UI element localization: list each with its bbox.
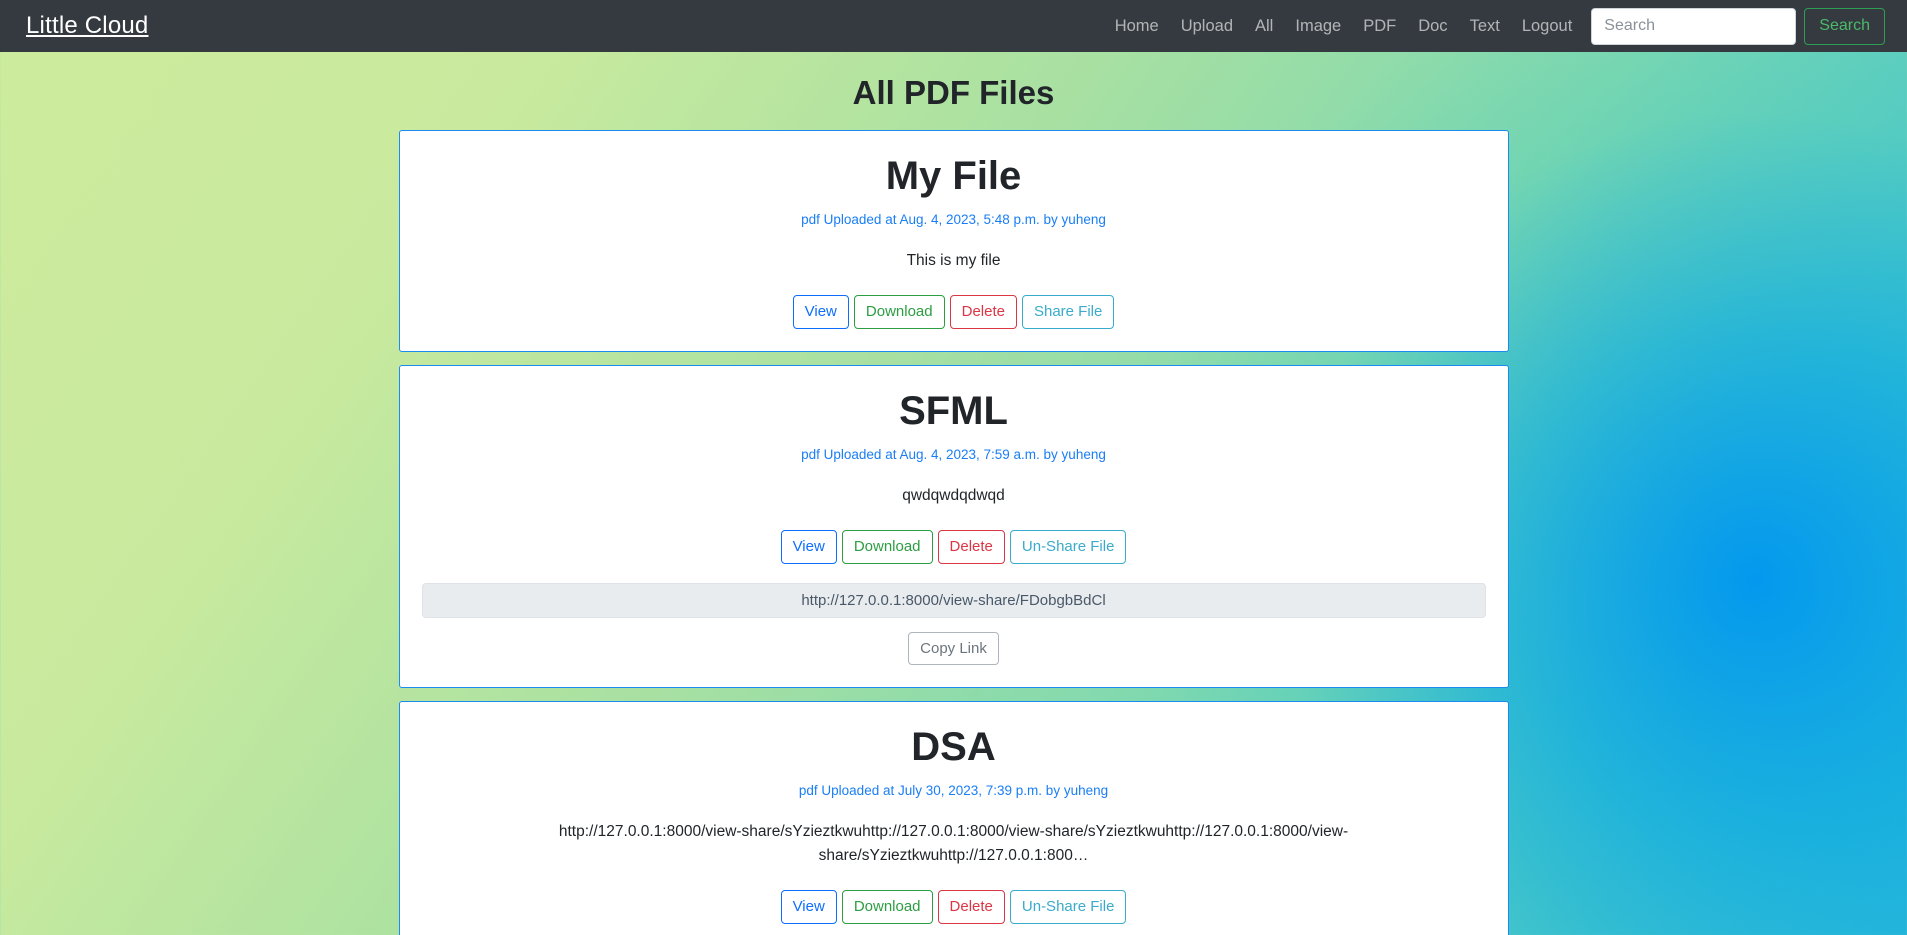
file-actions: View Download Delete Un-Share File xyxy=(422,529,1486,564)
delete-button[interactable]: Delete xyxy=(937,890,1005,925)
share-link-field[interactable]: http://127.0.0.1:8000/view-share/FDobgbB… xyxy=(421,582,1486,618)
download-button[interactable]: Download xyxy=(841,529,933,564)
nav-link-image[interactable]: Image xyxy=(1284,9,1352,44)
file-actions: View Download Delete Un-Share File xyxy=(422,890,1486,925)
file-meta[interactable]: pdf Uploaded at Aug. 4, 2023, 5:48 p.m. … xyxy=(422,212,1486,227)
nav-link-pdf[interactable]: PDF xyxy=(1352,9,1407,44)
download-button[interactable]: Download xyxy=(841,890,933,925)
file-card: My File pdf Uploaded at Aug. 4, 2023, 5:… xyxy=(398,130,1509,352)
file-card: SFML pdf Uploaded at Aug. 4, 2023, 7:59 … xyxy=(398,364,1509,689)
nav-link-upload[interactable]: Upload xyxy=(1170,9,1244,44)
search-button[interactable]: Search xyxy=(1804,7,1885,45)
navbar-right: Home Upload All Image PDF Doc Text Logou… xyxy=(1104,7,1885,45)
unshare-file-button[interactable]: Un-Share File xyxy=(1009,890,1127,925)
view-button[interactable]: View xyxy=(780,529,837,564)
nav-link-text[interactable]: Text xyxy=(1459,9,1511,44)
navbar: Little Cloud Home Upload All Image PDF D… xyxy=(0,0,1907,52)
file-title: DSA xyxy=(911,725,996,770)
file-description: qwdqwdqdwqd xyxy=(902,486,1005,504)
search-form: Search xyxy=(1591,7,1885,45)
nav-link-logout[interactable]: Logout xyxy=(1511,9,1583,44)
copy-link-row: Copy Link xyxy=(422,631,1486,666)
delete-button[interactable]: Delete xyxy=(937,529,1005,564)
page-title: All PDF Files xyxy=(852,74,1055,111)
delete-button[interactable]: Delete xyxy=(949,295,1017,329)
share-file-button[interactable]: Share File xyxy=(1021,295,1115,329)
file-description: http://127.0.0.1:8000/view-share/sYziezt… xyxy=(558,823,1349,865)
nav-link-all[interactable]: All xyxy=(1244,9,1284,44)
file-title: SFML xyxy=(899,388,1008,433)
brand-logo[interactable]: Little Cloud xyxy=(26,12,148,40)
file-card: DSA pdf Uploaded at July 30, 2023, 7:39 … xyxy=(398,701,1509,935)
view-button[interactable]: View xyxy=(792,295,849,329)
view-button[interactable]: View xyxy=(780,890,837,925)
file-actions: View Download Delete Share File xyxy=(422,295,1486,329)
file-meta[interactable]: pdf Uploaded at Aug. 4, 2023, 7:59 a.m. … xyxy=(422,447,1486,462)
file-description: This is my file xyxy=(906,252,1001,269)
search-input[interactable] xyxy=(1591,7,1797,45)
nav-link-doc[interactable]: Doc xyxy=(1407,9,1458,44)
nav-link-home[interactable]: Home xyxy=(1104,9,1170,44)
nav-links: Home Upload All Image PDF Doc Text Logou… xyxy=(1104,9,1584,44)
file-list: My File pdf Uploaded at Aug. 4, 2023, 5:… xyxy=(398,130,1509,935)
copy-link-button[interactable]: Copy Link xyxy=(908,631,999,666)
unshare-file-button[interactable]: Un-Share File xyxy=(1009,529,1127,564)
file-meta[interactable]: pdf Uploaded at July 30, 2023, 7:39 p.m.… xyxy=(422,783,1486,798)
file-title: My File xyxy=(885,154,1022,198)
download-button[interactable]: Download xyxy=(853,295,945,329)
